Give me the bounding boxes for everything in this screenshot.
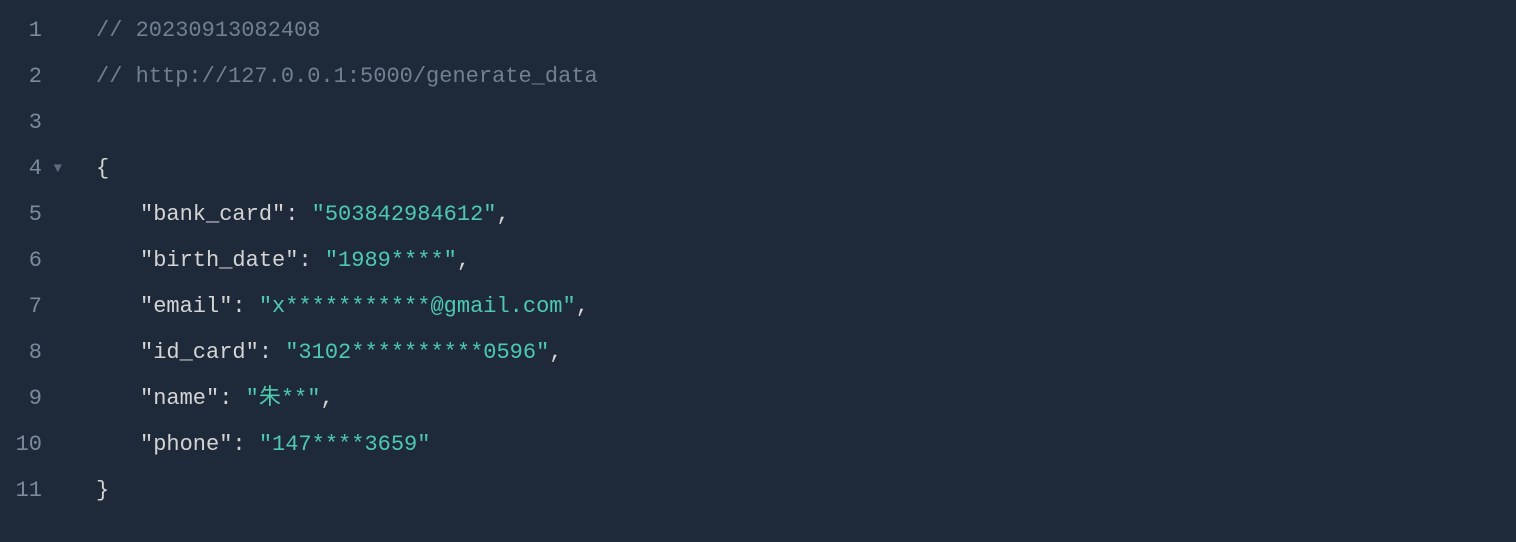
space xyxy=(232,386,245,411)
line-number: 10 xyxy=(16,422,42,468)
line-number: 4 xyxy=(29,146,42,192)
comma: , xyxy=(320,386,333,411)
code-line: "name": "朱**", xyxy=(96,376,1516,422)
space xyxy=(246,294,259,319)
gutter-line[interactable]: 9 xyxy=(0,376,80,422)
space xyxy=(246,432,259,457)
code-line: } xyxy=(96,468,1516,514)
colon: : xyxy=(285,202,298,227)
json-value: "1989****" xyxy=(325,248,457,273)
line-gutter: 1 2 3 4▼ 5 6 7 8 9 10 11 xyxy=(0,8,80,534)
space xyxy=(312,248,325,273)
comment-url: // http://127.0.0.1:5000/generate_data xyxy=(96,64,598,89)
gutter-line[interactable]: 4▼ xyxy=(0,146,80,192)
line-number: 5 xyxy=(29,192,42,238)
gutter-line[interactable]: 8 xyxy=(0,330,80,376)
gutter-line[interactable]: 11 xyxy=(0,468,80,514)
line-number: 3 xyxy=(29,100,42,146)
gutter-line[interactable]: 2 xyxy=(0,54,80,100)
code-line: { xyxy=(96,146,1516,192)
gutter-line[interactable]: 10 xyxy=(0,422,80,468)
line-number: 1 xyxy=(29,8,42,54)
code-line: // http://127.0.0.1:5000/generate_data xyxy=(96,54,1516,100)
colon: : xyxy=(219,386,232,411)
code-line: "bank_card": "503842984612", xyxy=(96,192,1516,238)
colon: : xyxy=(298,248,311,273)
open-brace: { xyxy=(96,156,109,181)
code-line: "phone": "147****3659" xyxy=(96,422,1516,468)
gutter-line[interactable]: 1 xyxy=(0,8,80,54)
gutter-line[interactable]: 7 xyxy=(0,284,80,330)
line-number: 8 xyxy=(29,330,42,376)
fold-toggle-icon[interactable]: ▼ xyxy=(50,146,62,192)
comma: , xyxy=(576,294,589,319)
json-key: "birth_date" xyxy=(140,248,298,273)
comment-timestamp: // 20230913082408 xyxy=(96,18,320,43)
json-value: "3102**********0596" xyxy=(285,340,549,365)
json-key: "email" xyxy=(140,294,232,319)
comma: , xyxy=(457,248,470,273)
code-line: "id_card": "3102**********0596", xyxy=(96,330,1516,376)
space xyxy=(298,202,311,227)
json-key: "id_card" xyxy=(140,340,259,365)
gutter-line[interactable]: 6 xyxy=(0,238,80,284)
code-line: // 20230913082408 xyxy=(96,8,1516,54)
code-line: "birth_date": "1989****", xyxy=(96,238,1516,284)
json-key: "bank_card" xyxy=(140,202,285,227)
comma: , xyxy=(496,202,509,227)
line-number: 9 xyxy=(29,376,42,422)
colon: : xyxy=(259,340,272,365)
line-number: 7 xyxy=(29,284,42,330)
code-editor: 1 2 3 4▼ 5 6 7 8 9 10 11 // 202309130824… xyxy=(0,0,1516,542)
comma: , xyxy=(549,340,562,365)
json-value: "x***********@gmail.com" xyxy=(259,294,576,319)
space xyxy=(272,340,285,365)
line-number: 11 xyxy=(16,468,42,514)
json-key: "phone" xyxy=(140,432,232,457)
json-key: "name" xyxy=(140,386,219,411)
code-line: "email": "x***********@gmail.com", xyxy=(96,284,1516,330)
gutter-line[interactable]: 5 xyxy=(0,192,80,238)
colon: : xyxy=(232,294,245,319)
close-brace: } xyxy=(96,478,109,503)
code-line xyxy=(96,100,1516,146)
gutter-line[interactable]: 3 xyxy=(0,100,80,146)
json-value: "147****3659" xyxy=(259,432,431,457)
colon: : xyxy=(232,432,245,457)
json-value: "503842984612" xyxy=(312,202,497,227)
line-number: 6 xyxy=(29,238,42,284)
line-number: 2 xyxy=(29,54,42,100)
code-content[interactable]: // 20230913082408 // http://127.0.0.1:50… xyxy=(80,8,1516,534)
json-value: "朱**" xyxy=(246,386,321,411)
